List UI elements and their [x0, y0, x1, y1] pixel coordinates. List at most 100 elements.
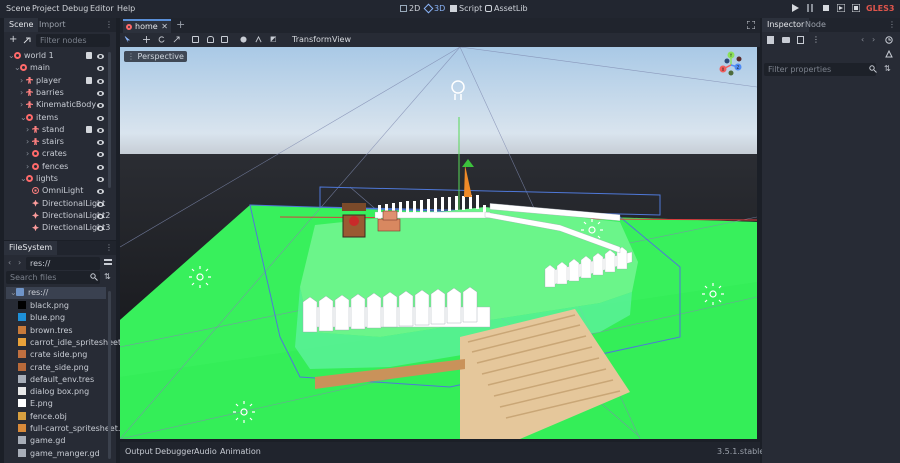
visibility-eye-icon[interactable]: [97, 177, 104, 182]
filter-properties-input[interactable]: Filter properties: [764, 63, 876, 76]
fs-scrollbar[interactable]: [108, 291, 111, 459]
pause-icon[interactable]: [806, 4, 814, 12]
scene-node[interactable]: › stairs: [26, 136, 64, 148]
file-item[interactable]: default_env.tres: [18, 374, 94, 386]
dock-menu-icon[interactable]: ⋮: [105, 20, 113, 29]
select-tool-icon[interactable]: [124, 36, 131, 43]
split-view-icon[interactable]: [104, 259, 112, 265]
visibility-eye-icon[interactable]: [97, 66, 104, 72]
orientation-gizmo[interactable]: Y X Z: [717, 51, 745, 79]
scene-node[interactable]: ⌄ items: [20, 112, 58, 124]
visibility-eye-icon[interactable]: [97, 201, 104, 207]
menu-scene[interactable]: Scene: [6, 4, 30, 13]
workspace-assetlib[interactable]: AssetLib: [485, 4, 528, 13]
link-icon[interactable]: [23, 37, 31, 45]
local-space-icon[interactable]: [240, 36, 247, 43]
add-node-icon[interactable]: +: [9, 34, 17, 45]
group-icon[interactable]: [221, 36, 228, 43]
scene-node[interactable]: ⌄ world 1: [8, 50, 54, 62]
visibility-eye-icon[interactable]: [97, 140, 104, 146]
history-forward-icon[interactable]: ›: [872, 35, 875, 44]
file-item[interactable]: brown.tres: [18, 325, 73, 337]
view-menu[interactable]: View: [332, 35, 351, 44]
play-scene-icon[interactable]: [837, 4, 845, 12]
play-custom-scene-icon[interactable]: [852, 4, 860, 12]
scene-node[interactable]: DirectionalLight: [26, 198, 105, 210]
scene-node[interactable]: › crates: [26, 148, 67, 160]
menu-help[interactable]: Help: [117, 4, 135, 13]
file-item[interactable]: E.png: [18, 398, 53, 410]
tab-output[interactable]: Output: [125, 447, 153, 456]
visibility-eye-icon[interactable]: [97, 90, 104, 96]
visibility-eye-icon[interactable]: [97, 103, 104, 109]
file-item[interactable]: game_manger.gd: [18, 448, 100, 460]
tab-audio[interactable]: Audio: [194, 447, 217, 456]
file-item[interactable]: carrot_idle_spritesheet.p: [18, 337, 129, 349]
history-back-icon[interactable]: ‹: [861, 35, 864, 44]
object-icon[interactable]: [885, 50, 893, 58]
3d-viewport[interactable]: ⋮ Perspective Y X Z: [120, 47, 757, 439]
expand-arrow-icon[interactable]: ›: [26, 136, 32, 148]
workspace-2d[interactable]: 2D: [400, 4, 420, 13]
visibility-eye-icon[interactable]: [97, 213, 104, 219]
scene-tab-home[interactable]: home ✕: [123, 19, 171, 33]
scene-node[interactable]: › stand: [26, 124, 64, 136]
scene-scrollbar[interactable]: [108, 52, 111, 188]
expand-arrow-icon[interactable]: ›: [26, 124, 32, 136]
expand-arrow-icon[interactable]: ›: [20, 75, 26, 87]
script-icon[interactable]: [86, 76, 92, 84]
expand-arrow-icon[interactable]: ›: [20, 99, 26, 111]
new-resource-icon[interactable]: [767, 36, 774, 44]
script-icon[interactable]: [86, 52, 92, 59]
back-icon[interactable]: ‹: [8, 258, 11, 267]
visibility-eye-icon[interactable]: [97, 152, 104, 158]
workspace-script[interactable]: Script: [450, 4, 482, 13]
move-tool-icon[interactable]: [143, 36, 150, 43]
dock-menu-icon[interactable]: ⋮: [105, 243, 113, 252]
dock-menu-icon[interactable]: ⋮: [888, 20, 896, 29]
scene-node[interactable]: OmniLight: [26, 185, 83, 197]
file-item[interactable]: fence.obj: [18, 411, 67, 423]
menu-debug[interactable]: Debug: [62, 4, 88, 13]
search-files-input[interactable]: Search files: [6, 271, 100, 284]
open-folder-icon[interactable]: [782, 37, 790, 43]
file-item[interactable]: game.gd: [18, 435, 65, 447]
scene-node[interactable]: › fences: [26, 161, 68, 173]
new-tab-icon[interactable]: +: [176, 18, 185, 31]
history-icon[interactable]: [885, 36, 893, 44]
snap-icon[interactable]: [255, 36, 262, 43]
scale-tool-icon[interactable]: [173, 36, 180, 43]
visibility-eye-icon[interactable]: [97, 115, 104, 121]
file-item[interactable]: crate_side.png: [18, 362, 89, 374]
scene-node[interactable]: › player: [20, 75, 61, 87]
scene-node[interactable]: › KinematicBody: [20, 99, 96, 111]
tab-debugger[interactable]: Debugger: [155, 447, 195, 456]
scene-node[interactable]: ⌄ main: [14, 62, 50, 74]
expand-arrow-icon[interactable]: ›: [26, 148, 32, 160]
script-icon[interactable]: [86, 125, 92, 133]
visibility-eye-icon[interactable]: [97, 78, 104, 84]
tab-import[interactable]: Import: [34, 18, 71, 32]
fs-root-row[interactable]: ⌄ res://: [6, 287, 106, 299]
sort-icon[interactable]: ⇅: [104, 272, 111, 281]
visibility-eye-icon[interactable]: [97, 189, 104, 195]
visibility-eye-icon[interactable]: [97, 54, 104, 59]
rotate-tool-icon[interactable]: [158, 36, 165, 43]
distraction-free-icon[interactable]: [747, 21, 755, 29]
file-item[interactable]: blue.png: [18, 312, 65, 324]
tab-node[interactable]: Node: [800, 18, 831, 32]
forward-icon[interactable]: ›: [18, 258, 21, 267]
renderer-label[interactable]: GLES3: [866, 4, 894, 13]
more-icon[interactable]: ⋮: [812, 35, 820, 44]
menu-editor[interactable]: Editor: [90, 4, 114, 13]
file-item[interactable]: dialog box.png: [18, 386, 89, 398]
file-item[interactable]: black.png: [18, 300, 69, 312]
lock-icon[interactable]: [207, 36, 214, 43]
list-select-icon[interactable]: [192, 36, 199, 43]
tab-filesystem[interactable]: FileSystem: [4, 241, 58, 255]
visibility-eye-icon[interactable]: [97, 127, 104, 133]
file-item[interactable]: crate side.png: [18, 349, 87, 361]
filter-nodes-input[interactable]: Filter nodes: [36, 34, 110, 47]
perspective-menu[interactable]: ⋮ Perspective: [124, 51, 187, 62]
workspace-3d[interactable]: 3D: [423, 3, 445, 14]
